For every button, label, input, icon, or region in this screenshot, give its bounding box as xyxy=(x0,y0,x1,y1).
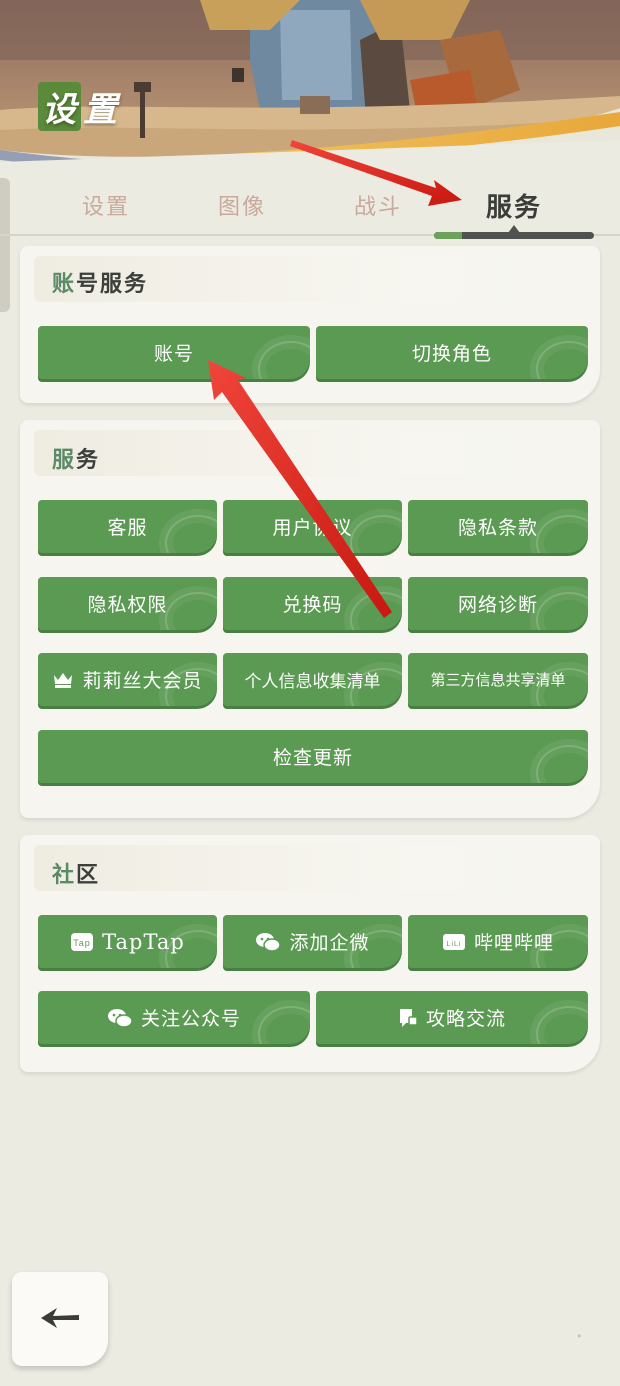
page-title-rest: 置 xyxy=(83,90,118,130)
add-wecom-button[interactable]: 添加企微 xyxy=(223,915,402,968)
bilibili-icon: LiLi xyxy=(442,932,466,952)
service-card: 服务 客服 用户协议 隐私条款 隐私权限 兑换码 网络诊断 莉莉丝大会员 个人信… xyxy=(20,420,600,818)
customer-service-button[interactable]: 客服 xyxy=(38,500,217,553)
third-party-sharing-list-button[interactable]: 第三方信息共享清单 xyxy=(408,653,588,706)
page-title-first-char: 设 xyxy=(38,82,81,131)
wechat-icon xyxy=(255,932,282,952)
switch-character-button-label: 切换角色 xyxy=(411,343,492,365)
crown-icon xyxy=(52,671,74,689)
svg-text:LiLi: LiLi xyxy=(447,941,462,948)
account-service-title: 账号服务 xyxy=(52,272,149,297)
watermark-mark: • xyxy=(576,1330,583,1343)
card-title-bg xyxy=(34,845,574,891)
guide-exchange-button[interactable]: 攻略交流 xyxy=(316,991,588,1044)
lilith-membership-button[interactable]: 莉莉丝大会员 xyxy=(38,653,217,706)
privacy-terms-button[interactable]: 隐私条款 xyxy=(408,500,588,553)
user-agreement-button[interactable]: 用户协议 xyxy=(223,500,402,553)
redeem-code-button[interactable]: 兑换码 xyxy=(223,577,402,630)
network-diagnosis-button[interactable]: 网络诊断 xyxy=(408,577,588,630)
bilibili-button[interactable]: LiLi 哔哩哔哩 xyxy=(408,915,588,968)
follow-official-account-button[interactable]: 关注公众号 xyxy=(38,991,310,1044)
tab-combat[interactable]: 战斗 xyxy=(318,180,438,236)
side-drawer-handle[interactable] xyxy=(0,178,10,312)
community-title: 社区 xyxy=(52,863,101,888)
header-banner: 设置 xyxy=(0,0,620,178)
active-tab-indicator xyxy=(434,232,594,239)
back-button[interactable] xyxy=(12,1272,108,1366)
community-card: 社区 Tap TapTap 添加企微 LiLi 哔哩哔哩 关注公众号 攻略交流 xyxy=(20,835,600,1072)
tab-settings[interactable]: 设置 xyxy=(46,180,166,236)
card-title-bg xyxy=(34,430,574,476)
privacy-permissions-button[interactable]: 隐私权限 xyxy=(38,577,217,630)
taptap-icon: Tap xyxy=(70,932,94,952)
account-button-label: 账号 xyxy=(153,343,194,365)
personal-info-list-button[interactable]: 个人信息收集清单 xyxy=(223,653,402,706)
tab-graphics[interactable]: 图像 xyxy=(182,180,302,236)
account-service-card: 账号服务 账号 切换角色 xyxy=(20,246,600,403)
switch-character-button[interactable]: 切换角色 xyxy=(316,326,588,379)
chat-icon xyxy=(398,1007,418,1029)
service-title: 服务 xyxy=(52,448,101,473)
page-title: 设置 xyxy=(38,82,118,131)
svg-text:Tap: Tap xyxy=(73,938,91,948)
check-update-button[interactable]: 检查更新 xyxy=(38,730,588,783)
account-button[interactable]: 账号 xyxy=(38,326,310,379)
wechat-icon xyxy=(107,1008,133,1028)
taptap-button[interactable]: Tap TapTap xyxy=(38,915,217,968)
back-arrow-icon xyxy=(37,1302,83,1336)
